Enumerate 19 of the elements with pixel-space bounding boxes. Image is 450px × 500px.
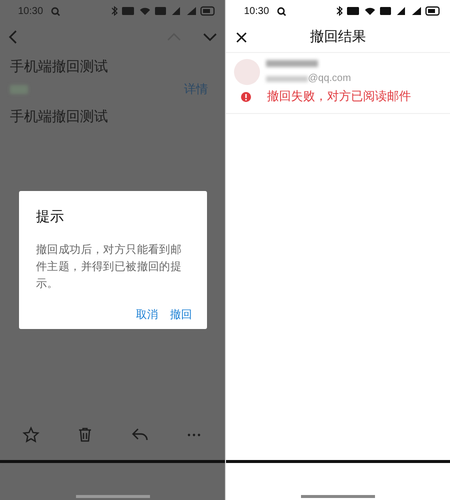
redacted-name <box>266 60 318 67</box>
close-icon[interactable] <box>236 32 247 42</box>
page-title: 撤回结果 <box>310 28 366 44</box>
dialog-title: 提示 <box>36 208 65 226</box>
recall-status: 撤回失败，对方已阅读邮件 <box>267 88 411 105</box>
mail-subject: 手机端撤回测试 <box>9 57 109 76</box>
status-time: 10:30 <box>18 6 44 16</box>
dialog-button[interactable]: 撤回 <box>170 307 192 322</box>
status-time: 10:30 <box>244 6 270 16</box>
chevron-down-icon[interactable] <box>203 33 217 41</box>
avatar <box>234 59 260 85</box>
back-icon[interactable] <box>8 30 18 44</box>
dialog-message: 撤回成功后，对方只能看到邮件主题，并得到已被撤回的提示。 <box>36 242 183 292</box>
dialog-button[interactable]: 取消 <box>136 307 158 322</box>
email-domain: @qq.com <box>308 73 351 84</box>
redacted-email <box>266 76 308 82</box>
mail-body: 手机端撤回测试 <box>9 107 109 126</box>
star-icon[interactable] <box>22 426 40 444</box>
redacted-sender <box>10 84 28 94</box>
